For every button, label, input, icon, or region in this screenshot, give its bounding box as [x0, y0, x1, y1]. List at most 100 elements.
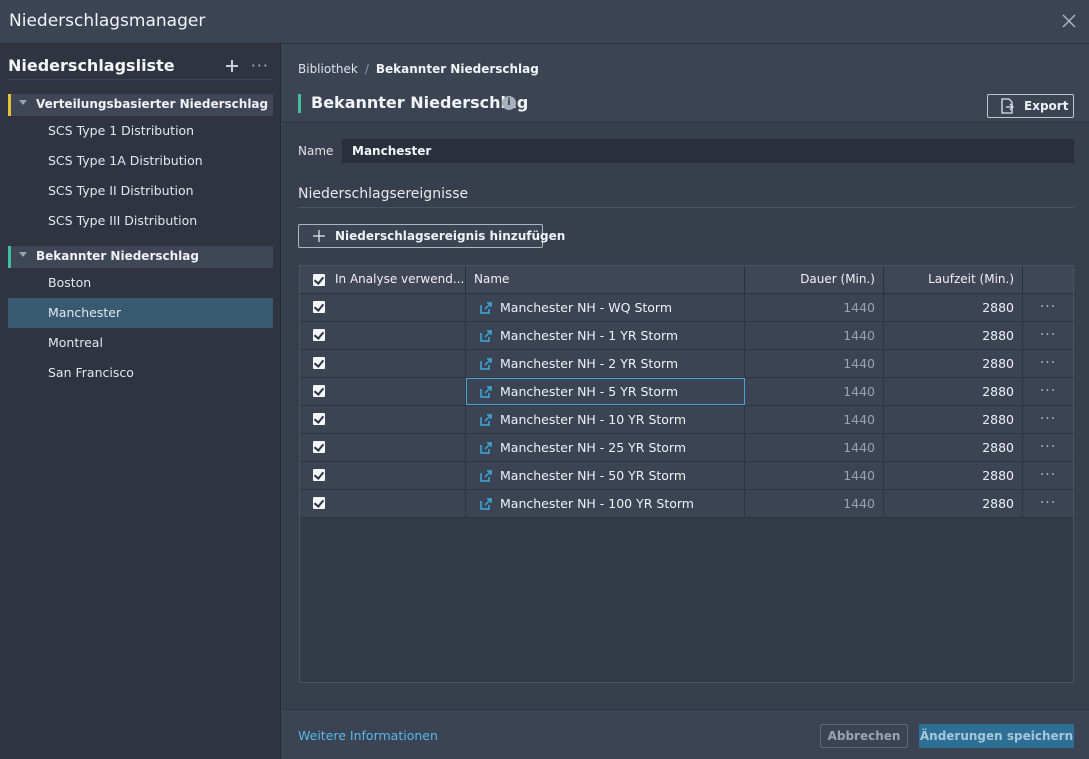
- event-name: Manchester NH - WQ Storm: [500, 300, 673, 315]
- more-options-icon[interactable]: ···: [251, 56, 269, 75]
- sidebar-item[interactable]: SCS Type III Distribution: [8, 206, 273, 236]
- use-in-analysis-checkbox[interactable]: [313, 301, 325, 313]
- external-link-icon[interactable]: [480, 386, 492, 398]
- duration-cell: 1440: [745, 322, 884, 349]
- runtime-cell: 2880: [884, 378, 1023, 405]
- sidebar-item[interactable]: Montreal: [8, 328, 273, 358]
- table-row[interactable]: Manchester NH - 100 YR Storm 1440 2880 ···: [300, 490, 1073, 518]
- breadcrumb: Bibliothek / Bekannter Niederschlag: [298, 62, 539, 76]
- divider: [298, 207, 1074, 208]
- external-link-icon[interactable]: [480, 470, 492, 482]
- event-name-cell[interactable]: Manchester NH - 1 YR Storm: [466, 322, 745, 349]
- runtime-cell: 2880: [884, 406, 1023, 433]
- breadcrumb-separator: /: [364, 62, 369, 76]
- table-row[interactable]: Manchester NH - 2 YR Storm 1440 2880 ···: [300, 350, 1073, 378]
- add-icon[interactable]: [225, 59, 239, 73]
- row-more-options-icon[interactable]: ···: [1023, 378, 1073, 405]
- chevron-down-icon[interactable]: [19, 100, 27, 105]
- runtime-cell: 2880: [884, 462, 1023, 489]
- use-in-analysis-checkbox[interactable]: [313, 329, 325, 341]
- rainfall-list-title: Niederschlagsliste: [8, 56, 175, 75]
- close-icon[interactable]: [1061, 13, 1077, 29]
- rainfall-list-panel: Niederschlagsliste ··· Verteilungsbasier…: [0, 44, 281, 759]
- breadcrumb-root[interactable]: Bibliothek: [298, 62, 358, 76]
- group-label: Bekannter Niederschlag: [36, 249, 199, 263]
- row-more-options-icon[interactable]: ···: [1023, 350, 1073, 377]
- external-link-icon[interactable]: [480, 414, 492, 426]
- name-field[interactable]: Manchester: [342, 139, 1074, 163]
- external-link-icon[interactable]: [480, 330, 492, 342]
- event-name: Manchester NH - 1 YR Storm: [500, 328, 679, 343]
- select-all-checkbox[interactable]: [313, 274, 325, 286]
- sidebar-item[interactable]: Boston: [8, 268, 273, 298]
- cancel-button[interactable]: Abbrechen: [820, 724, 908, 748]
- window-title: Niederschlagsmanager: [9, 11, 206, 31]
- row-more-options-icon[interactable]: ···: [1023, 490, 1073, 517]
- column-header-runtime[interactable]: Laufzeit (Min.): [884, 266, 1023, 294]
- event-name-cell[interactable]: Manchester NH - 50 YR Storm: [466, 462, 745, 489]
- use-in-analysis-cell: [300, 434, 466, 461]
- use-in-analysis-checkbox[interactable]: [313, 385, 325, 397]
- detail-content: Name Manchester Niederschlagsereignisse …: [282, 124, 1089, 709]
- event-name-cell[interactable]: Manchester NH - 10 YR Storm: [466, 406, 745, 433]
- row-more-options-icon[interactable]: ···: [1023, 294, 1073, 321]
- event-name-cell[interactable]: Manchester NH - 25 YR Storm: [466, 434, 745, 461]
- use-in-analysis-cell: [300, 350, 466, 377]
- runtime-cell: 2880: [884, 350, 1023, 377]
- export-button[interactable]: Export: [987, 94, 1074, 118]
- external-link-icon[interactable]: [480, 442, 492, 454]
- table-row[interactable]: Manchester NH - 1 YR Storm 1440 2880 ···: [300, 322, 1073, 350]
- use-in-analysis-cell: [300, 462, 466, 489]
- duration-cell: 1440: [745, 490, 884, 517]
- more-info-link[interactable]: Weitere Informationen: [298, 728, 438, 743]
- external-link-icon[interactable]: [480, 358, 492, 370]
- column-header-duration[interactable]: Dauer (Min.): [745, 266, 884, 294]
- add-event-button[interactable]: Niederschlagsereignis hinzufügen: [298, 224, 565, 248]
- event-name-cell[interactable]: Manchester NH - 100 YR Storm: [466, 490, 745, 517]
- use-in-analysis-cell: [300, 490, 466, 517]
- event-name: Manchester NH - 50 YR Storm: [500, 468, 687, 483]
- duration-cell: 1440: [745, 294, 884, 321]
- runtime-cell: 2880: [884, 322, 1023, 349]
- external-link-icon[interactable]: [480, 302, 492, 314]
- chevron-down-icon[interactable]: [19, 252, 27, 257]
- sidebar-item[interactable]: SCS Type 1A Distribution: [8, 146, 273, 176]
- use-in-analysis-checkbox[interactable]: [313, 497, 325, 509]
- duration-cell: 1440: [745, 434, 884, 461]
- sidebar-item[interactable]: San Francisco: [8, 358, 273, 388]
- row-more-options-icon[interactable]: ···: [1023, 462, 1073, 489]
- table-row[interactable]: Manchester NH - 10 YR Storm 1440 2880 ···: [300, 406, 1073, 434]
- use-in-analysis-checkbox[interactable]: [313, 357, 325, 369]
- group-color-bar: [8, 246, 11, 268]
- table-row[interactable]: Manchester NH - 50 YR Storm 1440 2880 ···: [300, 462, 1073, 490]
- column-header-use-in-analysis[interactable]: In Analyse verwend...: [300, 266, 466, 294]
- event-name-cell[interactable]: Manchester NH - WQ Storm: [466, 294, 745, 321]
- group-header[interactable]: Verteilungsbasierter Niederschlag: [8, 94, 273, 116]
- group-header[interactable]: Bekannter Niederschlag: [8, 246, 273, 268]
- use-in-analysis-checkbox[interactable]: [313, 441, 325, 453]
- group-color-bar: [8, 94, 11, 116]
- external-link-icon[interactable]: [480, 498, 492, 510]
- row-more-options-icon[interactable]: ···: [1023, 406, 1073, 433]
- event-name-cell[interactable]: Manchester NH - 5 YR Storm: [466, 378, 745, 405]
- sidebar-item[interactable]: SCS Type 1 Distribution: [8, 116, 273, 146]
- use-in-analysis-checkbox[interactable]: [313, 469, 325, 481]
- table-row[interactable]: Manchester NH - WQ Storm 1440 2880 ···: [300, 294, 1073, 322]
- row-more-options-icon[interactable]: ···: [1023, 322, 1073, 349]
- event-name-cell[interactable]: Manchester NH - 2 YR Storm: [466, 350, 745, 377]
- column-header-name[interactable]: Name: [466, 266, 745, 294]
- table-header: In Analyse verwend... Name Dauer (Min.) …: [300, 266, 1073, 294]
- add-event-label: Niederschlagsereignis hinzufügen: [335, 229, 566, 243]
- row-more-options-icon[interactable]: ···: [1023, 434, 1073, 461]
- table-row[interactable]: Manchester NH - 5 YR Storm 1440 2880 ···: [300, 378, 1073, 406]
- events-table: In Analyse verwend... Name Dauer (Min.) …: [299, 265, 1074, 683]
- sidebar-item[interactable]: Manchester: [8, 298, 273, 328]
- use-in-analysis-checkbox[interactable]: [313, 413, 325, 425]
- info-icon[interactable]: i: [502, 96, 516, 110]
- sidebar-item[interactable]: SCS Type II Distribution: [8, 176, 273, 206]
- save-changes-button[interactable]: Änderungen speichern: [919, 724, 1074, 748]
- dialog-footer: Weitere Informationen Abbrechen Änderung…: [282, 709, 1089, 759]
- group-label: Verteilungsbasierter Niederschlag: [36, 97, 269, 111]
- table-row[interactable]: Manchester NH - 25 YR Storm 1440 2880 ···: [300, 434, 1073, 462]
- duration-cell: 1440: [745, 406, 884, 433]
